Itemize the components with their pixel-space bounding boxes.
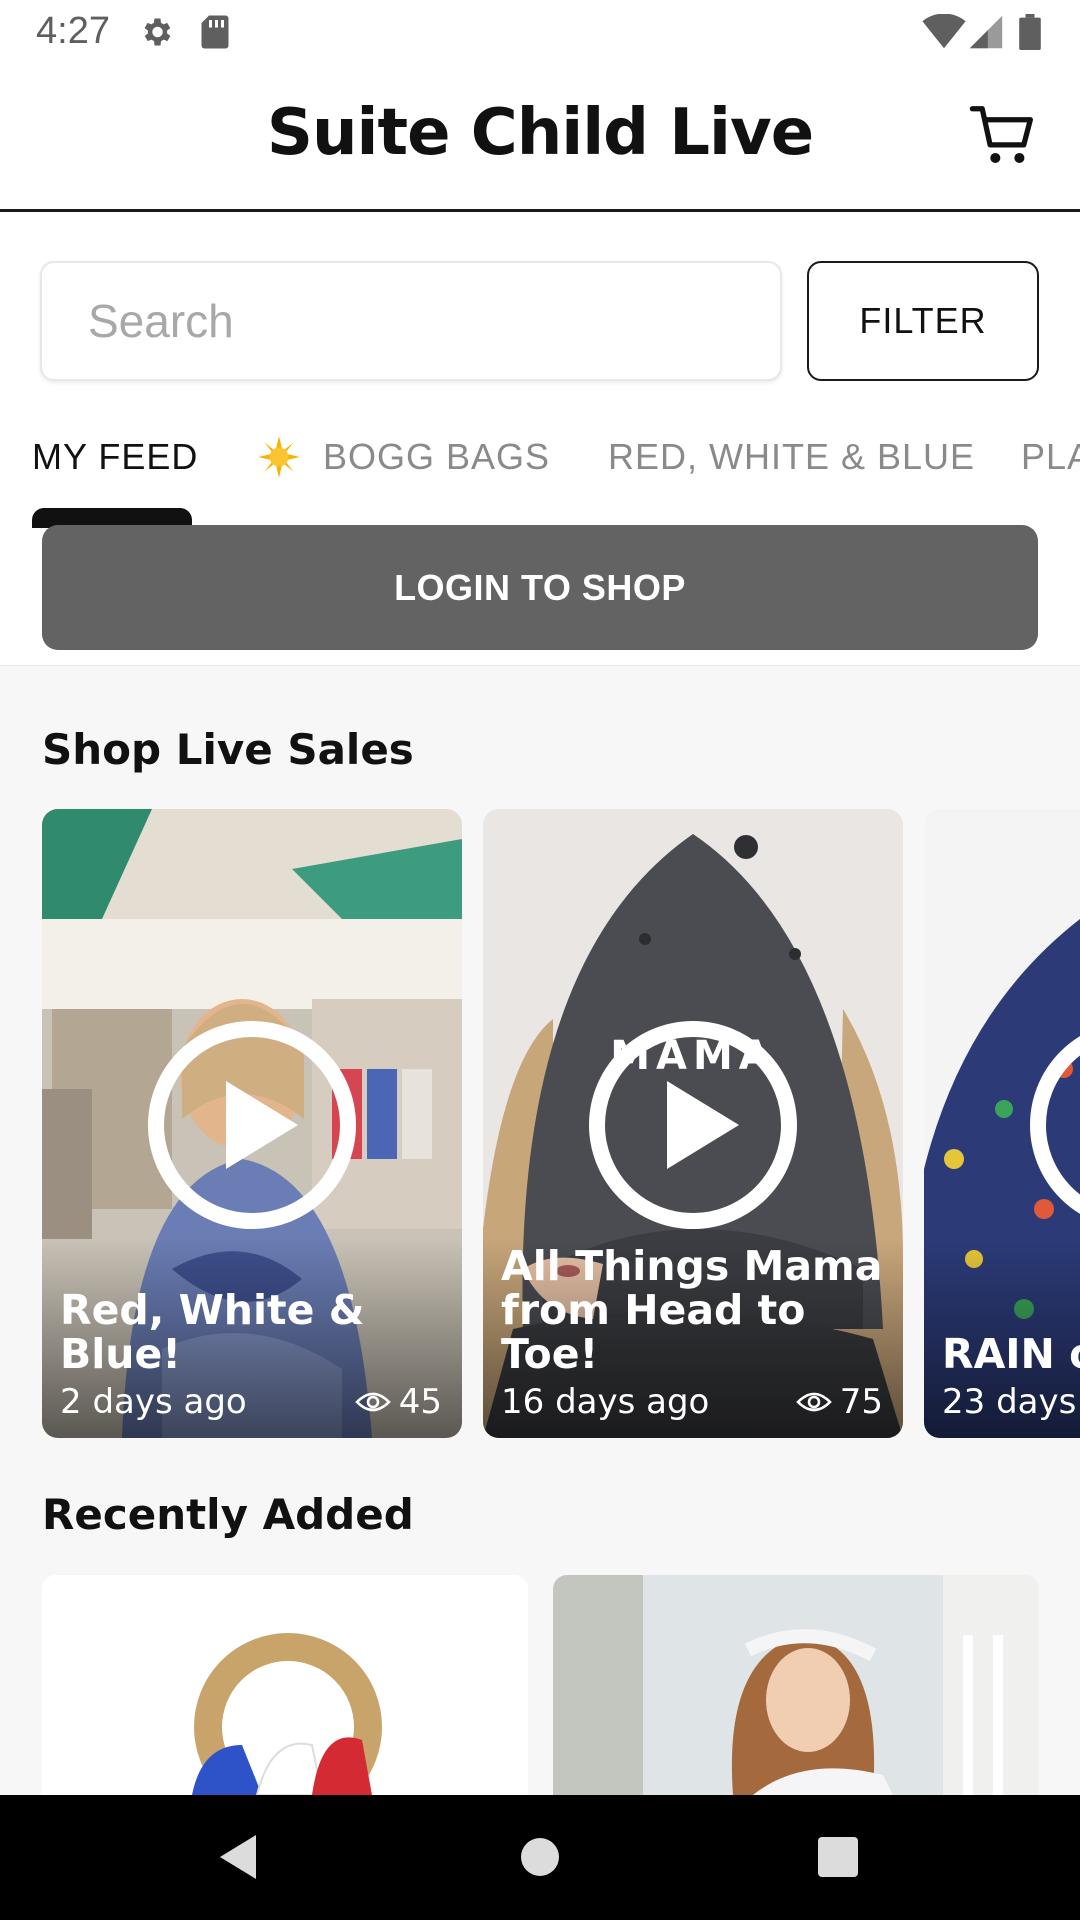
tab-bogg-bags[interactable]: BOGG BAGS [323, 436, 550, 478]
login-to-shop-button[interactable]: LOGIN TO SHOP [42, 525, 1038, 650]
card-views: 45 [354, 1382, 442, 1422]
eye-icon [354, 1392, 391, 1412]
eye-icon [795, 1392, 832, 1412]
battery-icon [1019, 14, 1041, 50]
sd-card-icon [201, 15, 229, 49]
product-image [553, 1575, 1039, 1795]
product-card[interactable] [42, 1575, 528, 1795]
app-title: Suite Child Live [266, 96, 814, 170]
card-title: All Things Mama from Head to Toe! [501, 1242, 883, 1378]
card-time: 2 days ago [60, 1382, 247, 1422]
filter-button[interactable]: FILTER [807, 261, 1039, 381]
card-time: 23 days [942, 1382, 1077, 1422]
view-count: 75 [839, 1382, 883, 1422]
view-count: 45 [398, 1382, 442, 1422]
status-time: 4:27 [36, 10, 110, 52]
tab-my-feed[interactable]: MY FEED [32, 436, 198, 478]
section-title-recently-added: Recently Added [42, 1490, 414, 1539]
system-nav-bar [0, 1795, 1080, 1920]
tab-partial[interactable]: PLA [1021, 436, 1080, 478]
card-time: 16 days ago [501, 1382, 710, 1422]
play-icon[interactable] [1028, 1019, 1080, 1231]
category-tabs: MY FEED BOGG BAGS RED, WHITE & BLUE PLA [0, 420, 1080, 520]
live-sale-card[interactable]: RAIN o 23 days [924, 809, 1080, 1438]
app-header: Suite Child Live [0, 64, 1080, 212]
play-icon[interactable] [587, 1019, 799, 1231]
back-icon[interactable] [210, 1827, 270, 1887]
product-image [42, 1575, 528, 1795]
cart-icon[interactable] [968, 100, 1038, 170]
search-input[interactable] [40, 261, 782, 381]
gear-icon [144, 18, 171, 46]
play-icon[interactable] [146, 1019, 358, 1231]
live-sale-card[interactable]: MAMA All Things Mama from Head to Toe! 1… [483, 809, 903, 1438]
wifi-icon [922, 14, 966, 49]
product-card[interactable] [553, 1575, 1039, 1795]
home-icon[interactable] [510, 1827, 570, 1887]
card-title: Red, White & Blue! [60, 1286, 365, 1378]
sun-icon [258, 436, 300, 478]
card-title: RAIN o [942, 1330, 1080, 1378]
recents-icon[interactable] [808, 1827, 868, 1887]
section-title-live-sales: Shop Live Sales [42, 725, 414, 774]
status-bar: 4:27 [0, 0, 1080, 64]
live-sale-card[interactable]: Red, White & Blue! 2 days ago 45 [42, 809, 462, 1438]
tab-red-white-blue[interactable]: RED, WHITE & BLUE [608, 436, 975, 478]
signal-icon [969, 15, 1003, 49]
card-views: 75 [795, 1382, 883, 1422]
